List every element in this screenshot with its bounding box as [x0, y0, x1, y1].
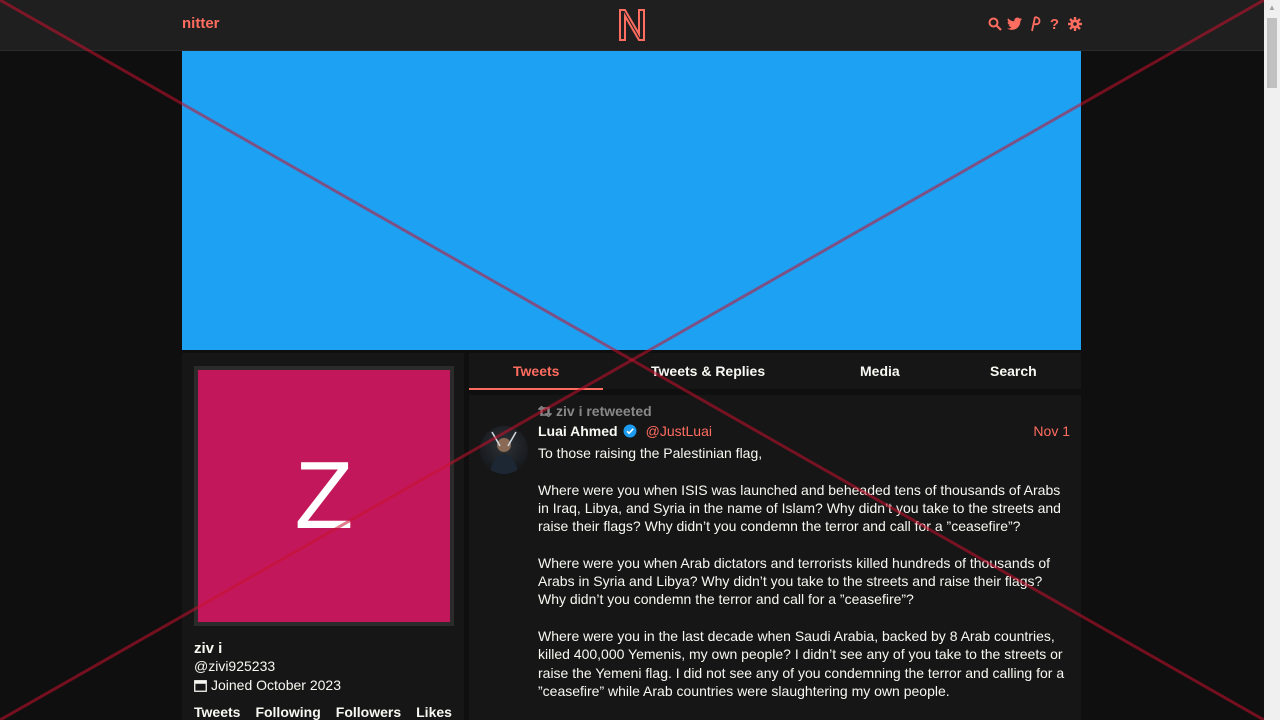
- stat-followers[interactable]: Followers: [336, 704, 401, 720]
- scrollbar-thumb[interactable]: [1267, 18, 1277, 88]
- profile-avatar[interactable]: Z: [194, 366, 454, 626]
- profile-banner[interactable]: [182, 51, 1081, 350]
- retweet-icon: [538, 405, 552, 417]
- profile-fullname[interactable]: ziv i: [194, 640, 222, 657]
- tab-tweets-replies[interactable]: Tweets & Replies: [651, 363, 765, 379]
- rss-icon[interactable]: [1027, 16, 1042, 32]
- tweet-author-handle[interactable]: @JustLuai: [646, 423, 712, 439]
- tab-tweets[interactable]: Tweets: [513, 363, 559, 379]
- active-tab-indicator: [469, 388, 603, 390]
- scroll-up-arrow-icon[interactable]: ▲: [1264, 0, 1280, 16]
- profile-stats: Tweets Following Followers Likes: [194, 704, 452, 720]
- retweet-header: ziv i retweeted: [538, 403, 652, 419]
- stat-tweets[interactable]: Tweets: [194, 704, 240, 720]
- avatar-letter: Z: [294, 442, 354, 549]
- verified-badge-icon: [623, 424, 637, 438]
- tab-search[interactable]: Search: [990, 363, 1037, 379]
- brand-link[interactable]: nitter: [182, 15, 220, 32]
- joined-label: Joined October 2023: [211, 677, 341, 693]
- help-icon[interactable]: ?: [1047, 16, 1062, 33]
- nav-icon-group: ?: [987, 16, 1082, 33]
- settings-icon[interactable]: [1067, 16, 1082, 32]
- tab-media[interactable]: Media: [860, 363, 900, 379]
- stat-likes[interactable]: Likes: [416, 704, 452, 720]
- tweet-author-line: Luai Ahmed @JustLuai: [538, 423, 712, 439]
- tweet-paragraph: To those raising the Palestinian flag,: [538, 445, 763, 461]
- page-scrollbar[interactable]: ▲: [1264, 0, 1280, 720]
- profile-username[interactable]: @zivi925233: [194, 658, 275, 674]
- profile-joined-date: Joined October 2023: [194, 677, 341, 693]
- stat-following[interactable]: Following: [255, 704, 320, 720]
- tweet-author-avatar[interactable]: [480, 426, 528, 474]
- search-icon[interactable]: [987, 16, 1002, 32]
- timeline-tabs: Tweets Tweets & Replies Media Search: [469, 353, 1081, 390]
- tweet-paragraph: Where were you when ISIS was launched an…: [538, 481, 1061, 535]
- tweet-content: To those raising the Palestinian flag, W…: [538, 444, 1073, 718]
- nitter-logo-icon[interactable]: [617, 8, 647, 42]
- top-navbar: nitter ?: [0, 0, 1264, 51]
- tweet-paragraph: Where were you in the last decade when S…: [538, 627, 1065, 699]
- tweet-date[interactable]: Nov 1: [1033, 423, 1070, 439]
- twitter-icon[interactable]: [1007, 16, 1022, 32]
- calendar-icon: [194, 679, 207, 692]
- tweet-paragraph: Where were you when Arab dictators and t…: [538, 554, 1051, 608]
- tweet-author-name[interactable]: Luai Ahmed: [538, 423, 618, 439]
- retweet-label[interactable]: ziv i retweeted: [556, 403, 652, 419]
